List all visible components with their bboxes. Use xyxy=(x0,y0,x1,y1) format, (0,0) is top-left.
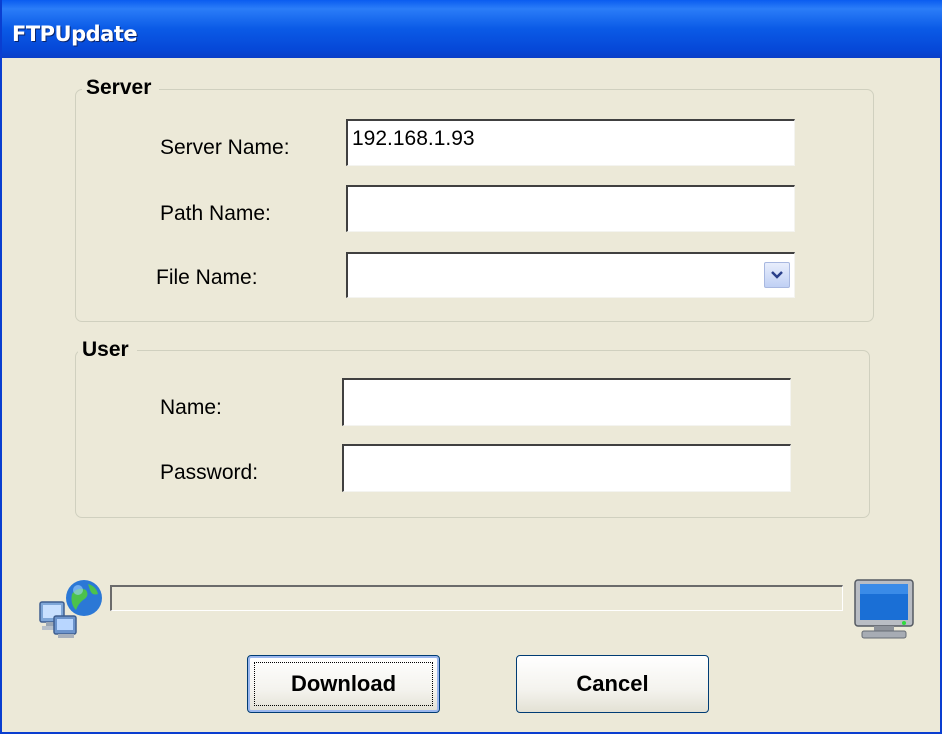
user-group-title: User xyxy=(78,338,137,362)
server-group-title: Server xyxy=(82,76,160,100)
window-title: FTPUpdate xyxy=(12,22,138,46)
download-focus-indicator xyxy=(254,662,433,706)
file-name-combobox[interactable] xyxy=(346,252,795,298)
path-name-input[interactable] xyxy=(346,185,795,232)
network-globe-icon xyxy=(39,580,102,638)
file-name-label: File Name: xyxy=(156,266,258,289)
user-name-input[interactable] xyxy=(342,378,791,426)
computer-monitor-icon xyxy=(854,579,914,639)
cancel-button-label: Cancel xyxy=(576,671,649,696)
download-button[interactable]: Download xyxy=(247,655,440,713)
title-bar[interactable]: FTPUpdate xyxy=(2,0,942,58)
file-name-dropdown-button[interactable] xyxy=(764,262,790,288)
path-name-label: Path Name: xyxy=(160,202,271,225)
user-name-label: Name: xyxy=(160,396,222,419)
chevron-down-icon xyxy=(771,271,783,279)
password-input[interactable] xyxy=(342,444,791,492)
password-label: Password: xyxy=(160,461,259,484)
server-name-input[interactable]: 192.168.1.93 xyxy=(346,119,795,166)
server-name-label: Server Name: xyxy=(160,136,290,159)
cancel-button[interactable]: Cancel xyxy=(516,655,709,713)
download-progress-bar xyxy=(110,585,843,611)
ftpupdate-window: FTPUpdate Server Server Name: 192.168.1.… xyxy=(0,0,942,734)
user-groupbox xyxy=(75,350,870,518)
